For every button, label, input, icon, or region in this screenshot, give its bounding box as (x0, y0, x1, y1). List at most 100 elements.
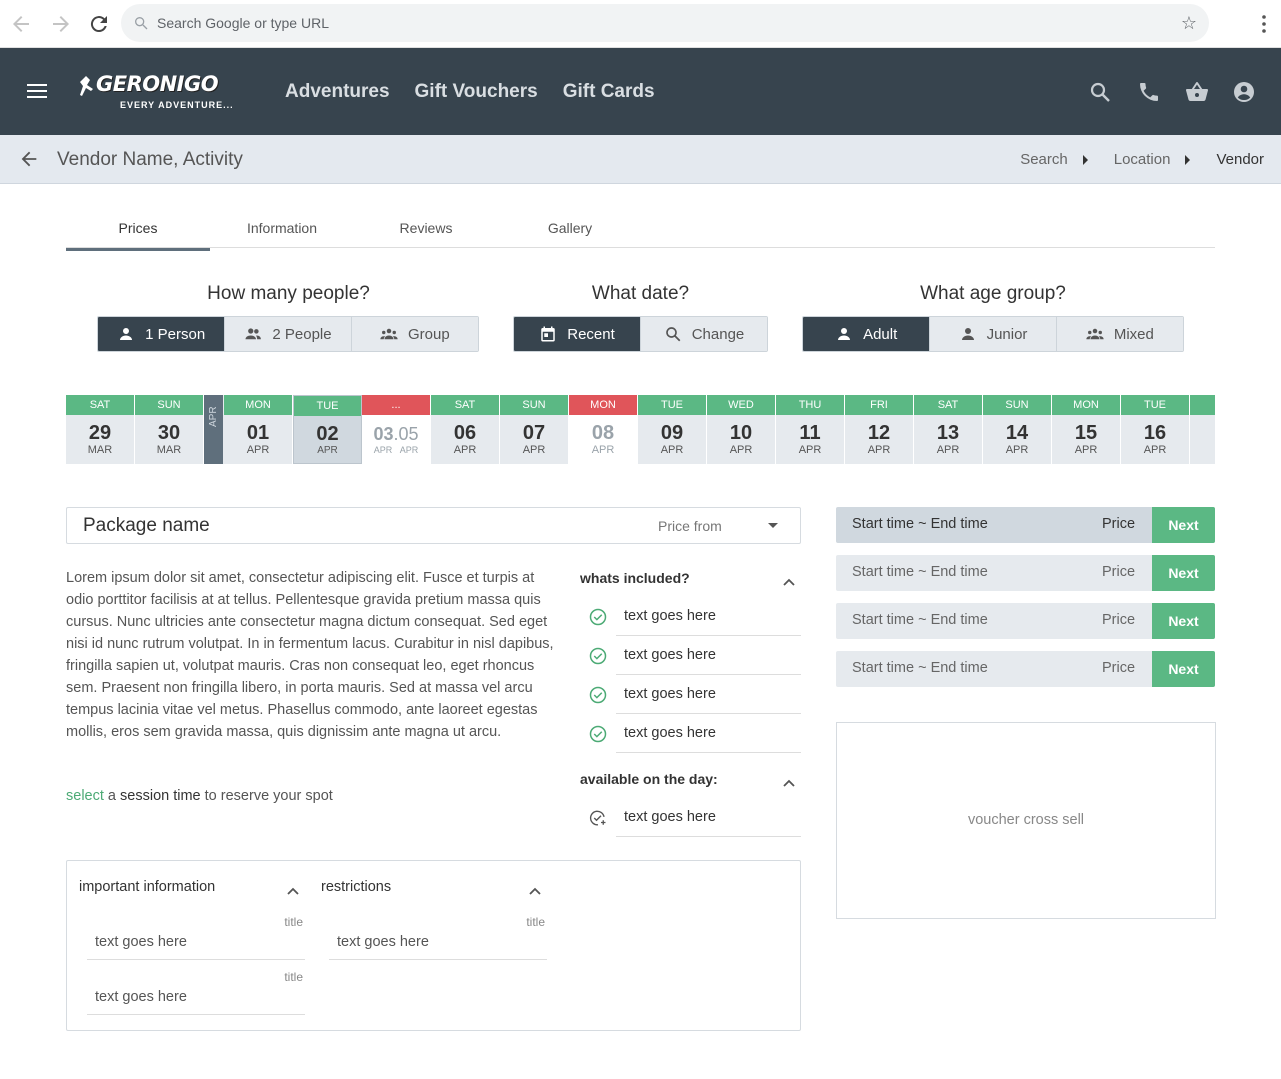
account-icon[interactable] (1232, 80, 1256, 104)
date-cell[interactable]: MON 01 APR (224, 395, 293, 464)
breadcrumb-location[interactable]: Location (1114, 151, 1171, 168)
browser-menu-icon[interactable] (1257, 13, 1271, 35)
field-value: text goes here (337, 934, 429, 950)
day-number: 16 (1143, 422, 1167, 444)
day-number: 13 (936, 422, 960, 444)
date-cell[interactable]: SUN 07 APR (500, 395, 569, 464)
month: MAR (87, 444, 113, 456)
package-name: Package name (83, 515, 210, 536)
date-cell[interactable]: WED 10 APR (707, 395, 776, 464)
tab-reviews[interactable]: Reviews (354, 212, 498, 248)
next-button[interactable]: Next (1152, 507, 1215, 543)
date-cell[interactable]: THU 11 APR (776, 395, 845, 464)
on-the-day-title: available on the day: (580, 771, 718, 787)
option-adult[interactable]: Adult (803, 317, 930, 351)
month: APR (373, 445, 393, 455)
important-info-field: title text goes here (87, 970, 305, 1015)
date-cell[interactable]: SAT 06 APR (431, 395, 500, 464)
browser-toolbar: ☆ (0, 0, 1281, 48)
voucher-cross-sell[interactable]: voucher cross sell (836, 722, 1216, 919)
date-cell-selected[interactable]: TUE 02 APR (293, 395, 362, 464)
chevron-up-icon[interactable] (287, 887, 299, 895)
bookmark-star-icon[interactable]: ☆ (1181, 13, 1197, 33)
date-cell-unavailable[interactable]: MON 08 APR (569, 395, 638, 464)
next-button[interactable]: Next (1152, 651, 1215, 687)
url-input[interactable] (157, 13, 1057, 33)
basket-icon[interactable] (1185, 80, 1209, 104)
session-row[interactable]: Start time ~ End time Price Next (836, 555, 1215, 591)
people-question: How many people? (207, 283, 370, 304)
caret-right-icon (1082, 154, 1088, 165)
next-button[interactable]: Next (1152, 555, 1215, 591)
forward-arrow-icon[interactable] (49, 12, 73, 36)
breadcrumb-bar: Vendor Name, Activity Search Location Ve… (0, 135, 1281, 184)
day-number: 29 (88, 422, 112, 444)
logo-tagline: EVERY ADVENTURE... (120, 100, 234, 110)
search-icon[interactable] (1088, 80, 1112, 104)
day-of-week: MON (569, 395, 637, 415)
option-2-people[interactable]: 2 People (224, 317, 351, 351)
on-the-day-text: text goes here (624, 809, 716, 825)
date-cell[interactable]: TUE 16 APR (1121, 395, 1190, 464)
next-button[interactable]: Next (1152, 603, 1215, 639)
month: APR (522, 444, 546, 456)
option-mixed[interactable]: Mixed (1055, 317, 1183, 351)
date-range-cell[interactable]: ... 03.05 APR APR (362, 395, 431, 464)
chevron-up-icon[interactable] (529, 887, 541, 895)
breadcrumb-vendor[interactable]: Vendor (1216, 151, 1264, 168)
site-logo[interactable]: GERONIGO EVERY ADVENTURE... (78, 66, 243, 116)
on-the-day-item: text goes here (580, 798, 801, 837)
phone-icon[interactable] (1137, 80, 1161, 104)
option-label: Recent (567, 325, 615, 343)
date-cell[interactable]: SUN 14 APR (983, 395, 1052, 464)
nav-gift-cards[interactable]: Gift Cards (563, 81, 655, 103)
breadcrumb-search[interactable]: Search (1020, 151, 1068, 168)
option-1-person[interactable]: 1 Person (98, 317, 225, 351)
included-text: text goes here (624, 725, 716, 741)
tab-gallery[interactable]: Gallery (498, 212, 642, 248)
option-group[interactable]: Group (350, 317, 478, 351)
tab-bar: Prices Information Reviews Gallery (66, 212, 1215, 251)
included-item: text goes here (580, 714, 801, 753)
day-of-week: SAT (914, 395, 982, 415)
chevron-down-icon[interactable] (768, 523, 778, 528)
address-bar[interactable]: ☆ (121, 4, 1209, 42)
option-label: Change (691, 325, 745, 343)
nav-adventures[interactable]: Adventures (285, 81, 390, 103)
people-icon (245, 328, 262, 340)
session-row[interactable]: Start time ~ End time Price Next (836, 651, 1215, 687)
included-text: text goes here (624, 686, 716, 702)
reload-icon[interactable] (87, 12, 111, 36)
session-row[interactable]: Start time ~ End time Price Next (836, 507, 1215, 543)
menu-icon[interactable] (27, 84, 47, 98)
date-cell[interactable]: MON 15 APR (1052, 395, 1121, 464)
session-time: Start time ~ End time (852, 660, 988, 676)
date-cell-partial[interactable] (1190, 395, 1215, 464)
date-cell[interactable]: SAT 13 APR (914, 395, 983, 464)
chevron-up-icon[interactable] (783, 578, 795, 586)
price-from-dropdown[interactable]: Price from (658, 518, 722, 534)
option-change[interactable]: Change (640, 317, 767, 351)
day-number: 09 (660, 422, 684, 444)
back-arrow-icon[interactable] (9, 12, 33, 36)
month: MAR (156, 444, 182, 456)
date-cell[interactable]: TUE 09 APR (638, 395, 707, 464)
option-junior[interactable]: Junior (929, 317, 1056, 351)
session-row[interactable]: Start time ~ End time Price Next (836, 603, 1215, 639)
check-circle-icon (589, 686, 607, 704)
tab-prices[interactable]: Prices (66, 212, 210, 251)
nav-gift-vouchers[interactable]: Gift Vouchers (415, 81, 538, 103)
date-cell[interactable]: SAT 29 MAR (66, 395, 135, 464)
person-icon (838, 328, 851, 340)
month: APR (798, 444, 822, 456)
month: APR (1005, 444, 1029, 456)
option-recent[interactable]: Recent (514, 317, 640, 351)
date-cell[interactable]: SUN 30 MAR (135, 395, 204, 464)
back-arrow-icon[interactable] (18, 148, 40, 170)
package-header[interactable]: Package name Price from (66, 507, 801, 544)
month: APR (1143, 444, 1167, 456)
voucher-label: voucher cross sell (967, 812, 1085, 828)
date-cell[interactable]: FRI 12 APR (845, 395, 914, 464)
tab-information[interactable]: Information (210, 212, 354, 248)
chevron-up-icon[interactable] (783, 779, 795, 787)
